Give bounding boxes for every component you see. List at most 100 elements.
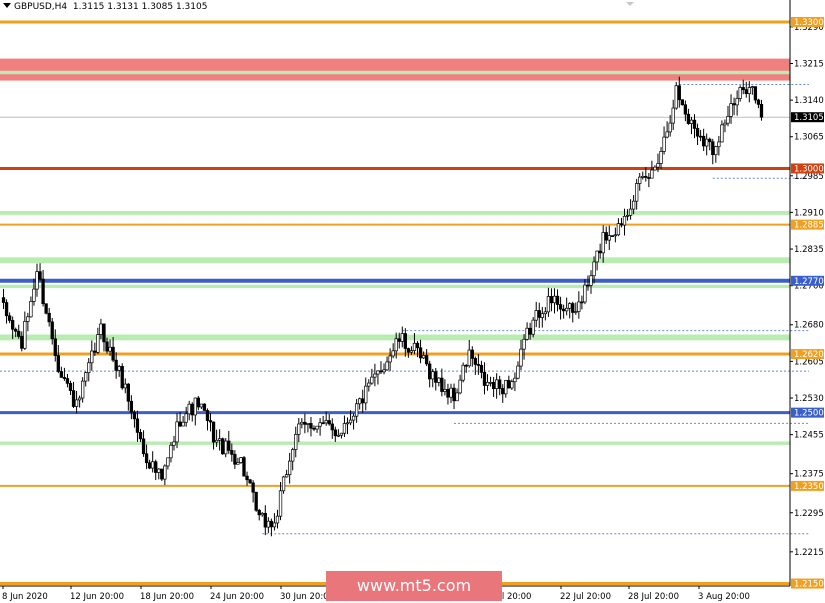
candle-body	[385, 361, 389, 371]
candle-body	[455, 392, 459, 402]
candle-body	[126, 383, 130, 402]
candle-body	[635, 183, 639, 202]
candle[interactable]	[254, 491, 258, 512]
candle-body	[199, 403, 204, 408]
candle-body	[434, 371, 438, 383]
candle-body	[321, 422, 325, 425]
candle[interactable]	[531, 317, 535, 338]
candle-body	[65, 378, 70, 384]
candle-body	[601, 232, 605, 254]
candle[interactable]	[44, 303, 48, 315]
candle[interactable]	[680, 99, 684, 106]
candle-body	[513, 377, 517, 383]
y-tick-label: 1.3140	[794, 96, 824, 106]
candle-body	[729, 103, 733, 117]
candle-body	[135, 418, 140, 433]
x-tick-label: 24 Jun 20:00	[210, 592, 264, 602]
candle-body	[53, 338, 57, 356]
candle[interactable]	[120, 363, 124, 390]
candle-body	[11, 320, 15, 330]
candle[interactable]	[248, 478, 252, 484]
candle-body	[361, 398, 365, 404]
candle-body	[656, 163, 660, 168]
candle-body	[473, 358, 477, 365]
candle-body	[184, 413, 188, 423]
candle-body	[187, 403, 191, 415]
candle-body	[726, 116, 730, 124]
candle-body	[750, 86, 754, 88]
candle-body	[281, 476, 286, 492]
candle-body	[555, 295, 560, 305]
candle-body	[756, 99, 761, 105]
candle[interactable]	[242, 455, 246, 477]
candle[interactable]	[239, 457, 243, 464]
level-badge-label: 1.2770	[794, 277, 824, 287]
candle-body	[196, 397, 200, 408]
candle-body	[735, 98, 739, 106]
candle-body	[586, 284, 590, 287]
candle-body	[68, 383, 73, 391]
candle-body	[190, 403, 194, 416]
level-badge-1.2500: 1.2500	[791, 407, 824, 419]
zone-green-3	[0, 257, 790, 264]
candle-body	[354, 403, 359, 417]
candle-body	[327, 420, 331, 425]
candle-body	[449, 387, 453, 398]
candle-body	[32, 288, 36, 302]
candle-body	[528, 327, 532, 335]
candle-body	[522, 338, 526, 350]
candle-body	[44, 303, 48, 314]
candle-body	[659, 151, 663, 164]
candle-body	[412, 342, 417, 351]
candle-body	[491, 381, 496, 389]
candle-body	[345, 422, 350, 425]
candle[interactable]	[461, 362, 465, 383]
candle-body	[129, 400, 134, 413]
y-tick-label: 1.2455	[794, 431, 824, 441]
candle-body	[324, 420, 328, 424]
candle-body	[272, 522, 277, 528]
dropdown-triangle-icon[interactable]	[3, 3, 11, 8]
candle[interactable]	[674, 82, 678, 110]
candle-body	[592, 261, 596, 277]
candle-body	[418, 347, 423, 359]
candle[interactable]	[202, 403, 207, 411]
candle-body	[315, 425, 319, 430]
zone-red-0	[0, 58, 790, 81]
zone-green-2	[0, 210, 790, 215]
candle-body	[625, 214, 630, 217]
candle-body	[309, 423, 313, 429]
candle-body	[144, 453, 149, 464]
candle[interactable]	[160, 468, 164, 481]
level-badge-1.2620: 1.2620	[791, 349, 824, 360]
candle-body	[348, 419, 353, 424]
candle-body	[543, 311, 548, 315]
candle-body	[440, 377, 444, 392]
price-chart[interactable]: 1.32901.32151.31401.30651.29851.29101.28…	[0, 0, 825, 603]
candle[interactable]	[281, 475, 286, 494]
chart-background	[0, 0, 825, 603]
watermark[interactable]: www.mt5.com	[326, 571, 502, 601]
candle-body	[41, 278, 45, 305]
candle-body	[394, 338, 398, 352]
candle-body	[698, 135, 703, 138]
candle-body	[644, 176, 648, 178]
candle-body	[470, 349, 474, 359]
candle-body	[616, 223, 621, 236]
candle-body	[74, 399, 79, 407]
candle-body	[382, 369, 386, 373]
candle-body	[549, 296, 554, 304]
candle-body	[157, 468, 161, 473]
candle-body	[50, 321, 54, 340]
candle-body	[598, 250, 602, 254]
candle-body	[744, 89, 748, 95]
candle-body	[306, 423, 310, 425]
candle[interactable]	[221, 437, 225, 455]
candle[interactable]	[610, 235, 614, 237]
candle-body	[224, 440, 228, 455]
candle-body	[29, 301, 33, 318]
candle-body	[303, 421, 307, 425]
candle-body	[516, 365, 520, 379]
candle-body	[628, 208, 633, 216]
candle-body	[263, 512, 267, 528]
